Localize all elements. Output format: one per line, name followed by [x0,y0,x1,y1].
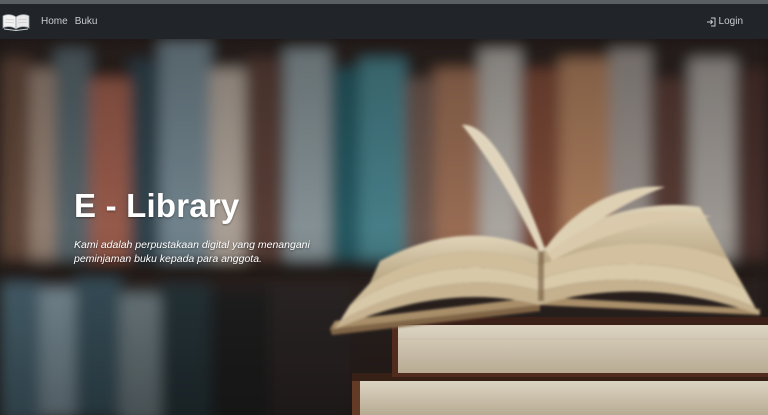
login-icon [706,17,716,27]
open-book-icon[interactable] [1,11,31,33]
hero-section: E - Library Kami adalah perpustakaan dig… [0,39,768,415]
hero-title: E - Library [74,187,240,224]
login-label: Login [718,16,743,27]
hero-description: Kami adalah perpustakaan digital yang me… [74,239,310,265]
hero-background-image [0,39,768,415]
nav-link-buku[interactable]: Buku [75,16,98,27]
page: Home Buku Login E - Library Kami adalah … [0,0,768,415]
login-link[interactable]: Login [706,16,743,27]
navbar: Home Buku Login [0,4,768,39]
nav-link-home[interactable]: Home [41,16,68,27]
